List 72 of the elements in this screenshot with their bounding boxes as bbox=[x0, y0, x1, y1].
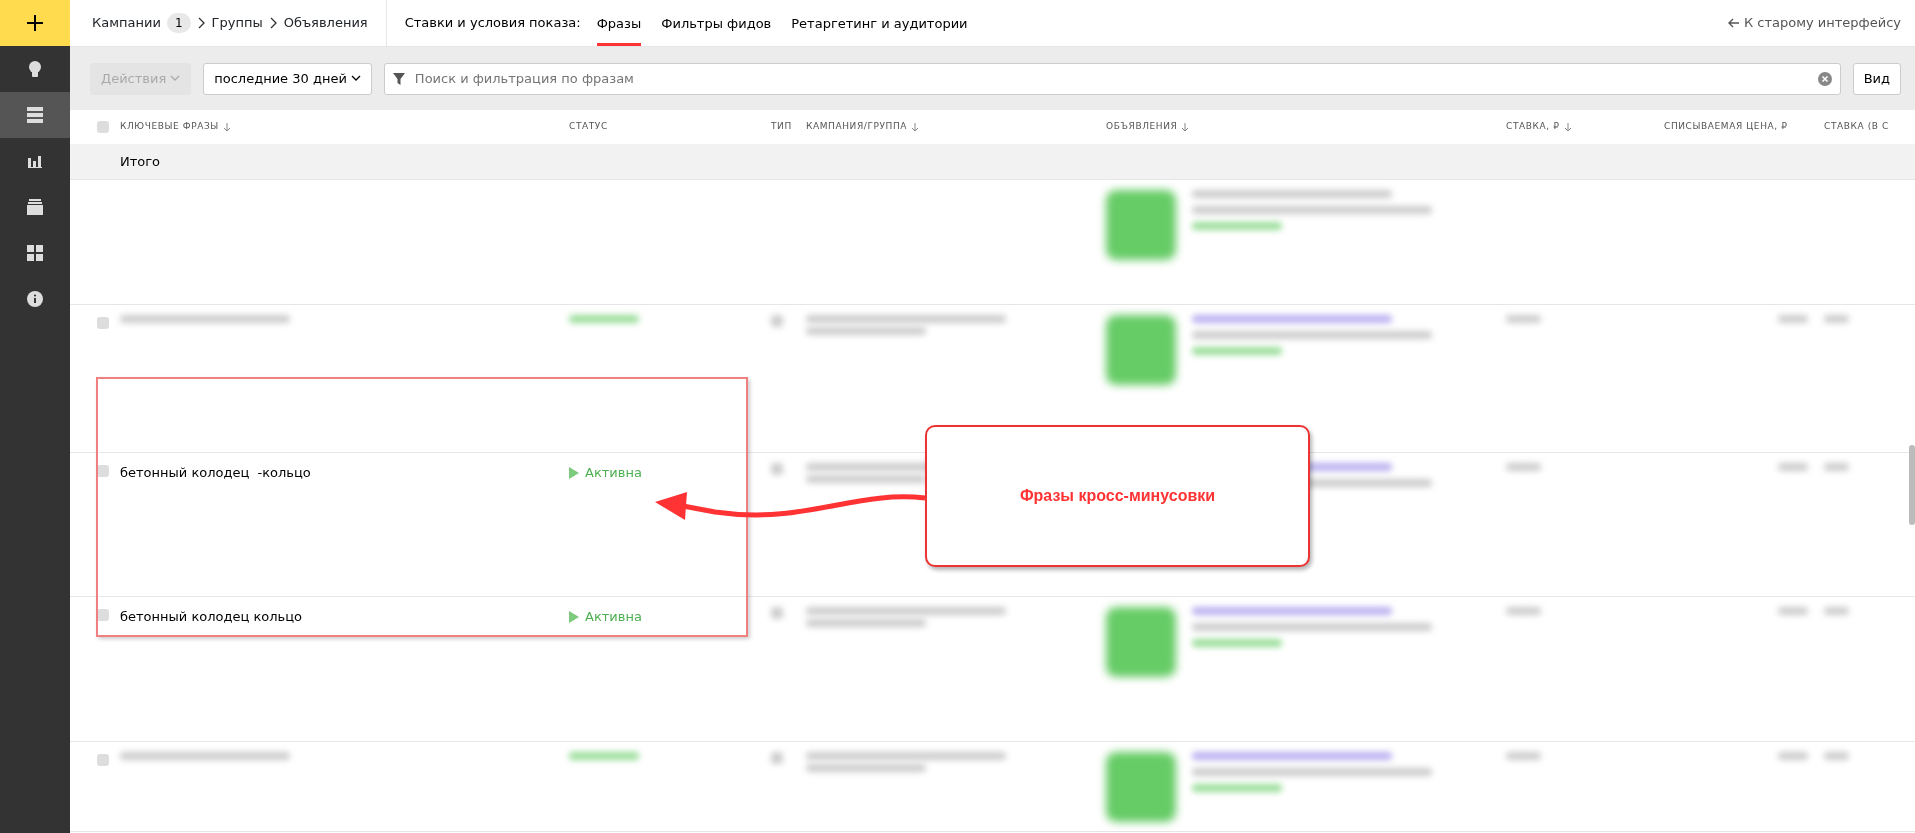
stack-icon bbox=[27, 199, 43, 215]
info-icon bbox=[27, 291, 43, 307]
blurred-text bbox=[1778, 752, 1808, 760]
play-icon bbox=[569, 466, 579, 479]
blurred-icon bbox=[771, 315, 783, 327]
blurred-text bbox=[1506, 463, 1541, 471]
chevron-right-icon bbox=[196, 17, 206, 29]
blurred-icon bbox=[771, 463, 783, 475]
column-header[interactable]: СПИСЫВАЕМАЯ ЦЕНА, ₽ bbox=[1664, 120, 1788, 134]
clear-icon bbox=[1817, 71, 1832, 86]
column-header[interactable]: КАМПАНИЯ/ГРУППА bbox=[806, 120, 908, 134]
breadcrumb-link[interactable]: Объявления bbox=[283, 13, 368, 33]
scrollbar-thumb[interactable] bbox=[1909, 445, 1915, 525]
column-header[interactable]: КЛЮЧЕВЫЕ ФРАЗЫ bbox=[120, 120, 219, 134]
status-label: Активна bbox=[569, 607, 771, 627]
blurred-text bbox=[1778, 607, 1808, 615]
select-all-checkbox[interactable] bbox=[97, 121, 109, 133]
blurred-text bbox=[1506, 607, 1541, 615]
sort-arrow-icon bbox=[222, 122, 231, 132]
column-header[interactable]: СТАВКА, ₽ bbox=[1506, 120, 1560, 134]
photo-placeholder bbox=[1106, 607, 1176, 677]
sidebar-item[interactable] bbox=[0, 92, 70, 138]
period-dropdown[interactable]: последние 30 дней bbox=[203, 62, 372, 95]
row-checkbox[interactable] bbox=[97, 317, 109, 329]
column-header[interactable]: СТАТУС bbox=[569, 120, 608, 134]
blurred-icon bbox=[771, 607, 783, 619]
old-interface-link[interactable]: К старому интерфейсу bbox=[1726, 13, 1901, 33]
callout-text: Фразы кросс-минусовки bbox=[1019, 486, 1216, 506]
blurred-text bbox=[569, 315, 639, 323]
blurred-text bbox=[1824, 607, 1849, 615]
caret-icon bbox=[350, 75, 361, 82]
search-field[interactable]: Поиск и фильтрация по фразам bbox=[383, 62, 1841, 95]
chevron-right-icon bbox=[268, 17, 278, 29]
lightbulb-icon bbox=[27, 60, 43, 78]
column-header[interactable]: ОБЪЯВЛЕНИЯ bbox=[1106, 120, 1178, 134]
column-header[interactable]: СТАВКА (В С bbox=[1824, 120, 1889, 134]
total-label: Итого bbox=[120, 152, 162, 171]
bar-chart-icon bbox=[28, 154, 42, 168]
blurred-text bbox=[1778, 463, 1808, 471]
blurred-text bbox=[1824, 315, 1849, 323]
photo-placeholder bbox=[1106, 752, 1176, 822]
tabs-label: Ставки и условия показа: bbox=[404, 14, 581, 33]
sort-arrow-icon bbox=[1563, 122, 1572, 132]
blurred-text bbox=[1506, 752, 1541, 760]
menu-icon bbox=[27, 107, 43, 123]
blurred-text bbox=[1506, 315, 1541, 323]
blurred-text bbox=[1824, 463, 1849, 471]
plus-icon bbox=[26, 14, 44, 32]
arrow-left-icon bbox=[1726, 17, 1740, 29]
tab[interactable]: Ретаргетинг и аудитории bbox=[791, 0, 968, 47]
caret-icon bbox=[170, 75, 181, 82]
photo-placeholder bbox=[1106, 315, 1176, 385]
grid-icon bbox=[27, 245, 43, 261]
row-checkbox[interactable] bbox=[97, 754, 109, 766]
breadcrumb-link[interactable]: Группы bbox=[211, 13, 263, 33]
play-icon bbox=[569, 610, 579, 623]
blurred-text bbox=[569, 752, 639, 760]
status-label: Активна bbox=[569, 463, 771, 483]
breadcrumb-link[interactable]: Кампании bbox=[92, 13, 161, 33]
blurred-text bbox=[1824, 752, 1849, 760]
count-pill: 1 bbox=[166, 13, 191, 33]
keyword-phrase: бетонный колодец -кольцо bbox=[120, 465, 311, 480]
filter-icon bbox=[392, 72, 405, 85]
blurred-icon bbox=[771, 752, 783, 764]
photo-placeholder bbox=[1106, 190, 1176, 260]
blurred-text bbox=[1778, 315, 1808, 323]
sort-arrow-icon bbox=[1181, 122, 1190, 132]
sort-arrow-icon bbox=[911, 122, 920, 132]
keyword-phrase: бетонный колодец кольцо bbox=[120, 609, 302, 624]
view-button[interactable]: Вид bbox=[1852, 62, 1901, 95]
tab[interactable]: Фильтры фидов bbox=[661, 0, 772, 47]
column-header[interactable]: ТИП bbox=[771, 120, 792, 134]
